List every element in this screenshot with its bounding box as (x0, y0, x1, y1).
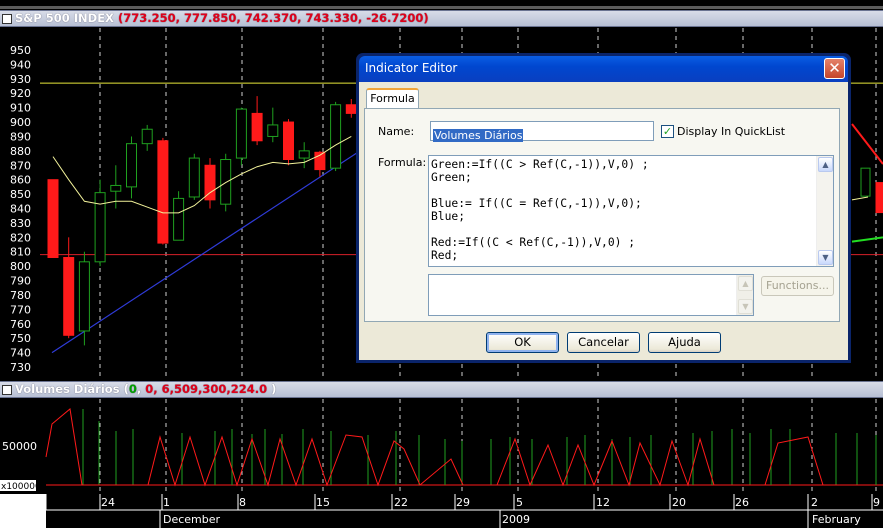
candle-body (126, 143, 137, 188)
date-axis-day-label: 9 (873, 496, 880, 509)
indicator-editor-dialog[interactable]: Indicator Editor ✕ Formula Name: Volumes… (356, 53, 851, 363)
price-axis-label: 810 (10, 246, 31, 259)
date-axis-day-label: 8 (239, 496, 246, 509)
price-axis-label: 730 (10, 361, 31, 374)
date-axis-month-label: February (812, 513, 861, 526)
candle-body (298, 150, 310, 159)
right-candle-fragment (875, 182, 883, 214)
scroll-down-icon[interactable]: ▼ (818, 250, 833, 265)
function-list-box[interactable]: ▲ ▼ (428, 274, 754, 316)
price-axis-label: 750 (10, 332, 31, 345)
dialog-body: Formula Name: Volumes Diários ✓ Display … (359, 82, 848, 360)
date-axis-day-label: 20 (672, 496, 686, 509)
candle-body (188, 157, 200, 198)
volume-panel-header[interactable]: Volumes Diários (0, 0, 6,509,300,224.0 ) (0, 381, 883, 398)
price-panel-header[interactable]: S&P 500 INDEX (773.250, 777.850, 742.370… (0, 10, 883, 27)
price-axis-label: 780 (10, 289, 31, 302)
dialog-titlebar[interactable]: Indicator Editor ✕ (359, 56, 848, 82)
date-axis-day-label: 29 (456, 496, 470, 509)
candle-body (173, 197, 185, 241)
volume-panel-toggle-box[interactable] (2, 385, 12, 395)
candle-body (283, 121, 294, 161)
price-axis-label: 930 (10, 73, 31, 86)
formula-tab-panel: Name: Volumes Diários ✓ Display In Quick… (364, 108, 840, 322)
candle-body (94, 192, 106, 263)
candle-body (47, 179, 59, 258)
formula-label: Formula: (378, 156, 427, 169)
price-axis-label: 900 (10, 116, 31, 129)
date-axis-day-label: 12 (596, 496, 610, 509)
price-panel-values: (773.250, 777.850, 742.370, 743.330, -26… (117, 11, 429, 25)
ok-button[interactable]: OK (486, 332, 559, 353)
candle-body (157, 140, 169, 244)
date-axis-day-label: 5 (516, 496, 523, 509)
volume-green-value: 0 (128, 382, 137, 396)
price-panel-title: S&P 500 INDEX (15, 11, 114, 25)
date-axis-day-label: 22 (394, 496, 408, 509)
scroll-up-icon[interactable]: ▲ (818, 157, 833, 172)
name-input-value: Volumes Diários (433, 129, 524, 142)
candle-body (251, 112, 263, 142)
formula-textarea[interactable]: Green:=If((C > Ref(C,-1)),V,0) ; Green; … (428, 155, 834, 267)
price-axis-label: 790 (10, 275, 31, 288)
price-axis-label: 920 (10, 87, 31, 100)
tab-formula[interactable]: Formula (366, 88, 419, 108)
price-axis-label: 830 (10, 217, 31, 230)
right-candle-fragment (860, 167, 871, 197)
panel-toggle-box[interactable] (2, 14, 12, 24)
date-axis-day-label: 24 (101, 496, 115, 509)
candle-body (330, 104, 342, 169)
dialog-title: Indicator Editor (365, 61, 458, 75)
date-axis-day-label: 1 (163, 496, 170, 509)
date-axis-day-label: 2 (811, 496, 818, 509)
formula-text[interactable]: Green:=If((C > Ref(C,-1)),V,0) ; Green; … (431, 158, 811, 262)
price-axis-label: 950 (10, 44, 31, 57)
name-input[interactable]: Volumes Diários (430, 121, 654, 142)
date-axis-day-label: 15 (316, 496, 330, 509)
function-scroll-down-icon[interactable]: ▼ (738, 299, 753, 314)
cancel-button[interactable]: Cancelar (567, 332, 640, 353)
top-strip (0, 0, 883, 10)
display-in-quicklist-checkbox[interactable]: ✓ (661, 125, 674, 138)
price-axis-label: 760 (10, 318, 31, 331)
candle-body (110, 184, 122, 192)
price-axis-label: 880 (10, 145, 31, 158)
price-axis-label: 910 (10, 102, 31, 115)
candle-body (204, 164, 216, 201)
price-axis-label: 770 (10, 303, 31, 316)
volume-y-label: 50000 (2, 440, 37, 453)
price-axis-label: 850 (10, 188, 31, 201)
candle-body (267, 124, 279, 137)
name-label: Name: (378, 125, 415, 138)
volume-red-value: 6,509,300,224.0 (161, 382, 268, 396)
price-axis-label: 940 (10, 58, 31, 71)
volume-scale-label: x100000 (1, 482, 41, 492)
price-axis-label: 860 (10, 174, 31, 187)
candle-body (63, 256, 75, 336)
candle-body (141, 128, 153, 145)
date-axis-day-label: 26 (735, 496, 749, 509)
date-axis-month-label: 2009 (502, 513, 530, 526)
date-axis-month-label: December (163, 513, 221, 526)
price-axis-label: 890 (10, 130, 31, 143)
price-axis-label: 870 (10, 159, 31, 172)
price-axis-label: 820 (10, 231, 31, 244)
close-icon[interactable]: ✕ (824, 58, 845, 79)
function-list-scrollbar[interactable]: ▲ ▼ (736, 275, 753, 315)
functions-button[interactable]: Functions... (761, 276, 834, 296)
candle-body (220, 159, 232, 205)
price-axis-label: 800 (10, 260, 31, 273)
volume-chart[interactable]: 50000 x100000 (0, 399, 883, 497)
display-in-quicklist-label[interactable]: Display In QuickList (677, 125, 785, 138)
volume-panel-title: Volumes Diários (15, 382, 120, 396)
help-button[interactable]: Ajuda (648, 332, 721, 353)
candle-body (345, 104, 357, 114)
price-axis-label: 840 (10, 203, 31, 216)
function-scroll-up-icon[interactable]: ▲ (738, 276, 753, 291)
date-axis: 24 1 8 15 22 29 5 12 20 26 2 9December 2009 February (0, 494, 883, 528)
candle-body (235, 108, 247, 159)
candle-body (78, 261, 90, 332)
price-axis-label: 740 (10, 347, 31, 360)
formula-scrollbar[interactable]: ▲ ▼ (816, 156, 833, 266)
